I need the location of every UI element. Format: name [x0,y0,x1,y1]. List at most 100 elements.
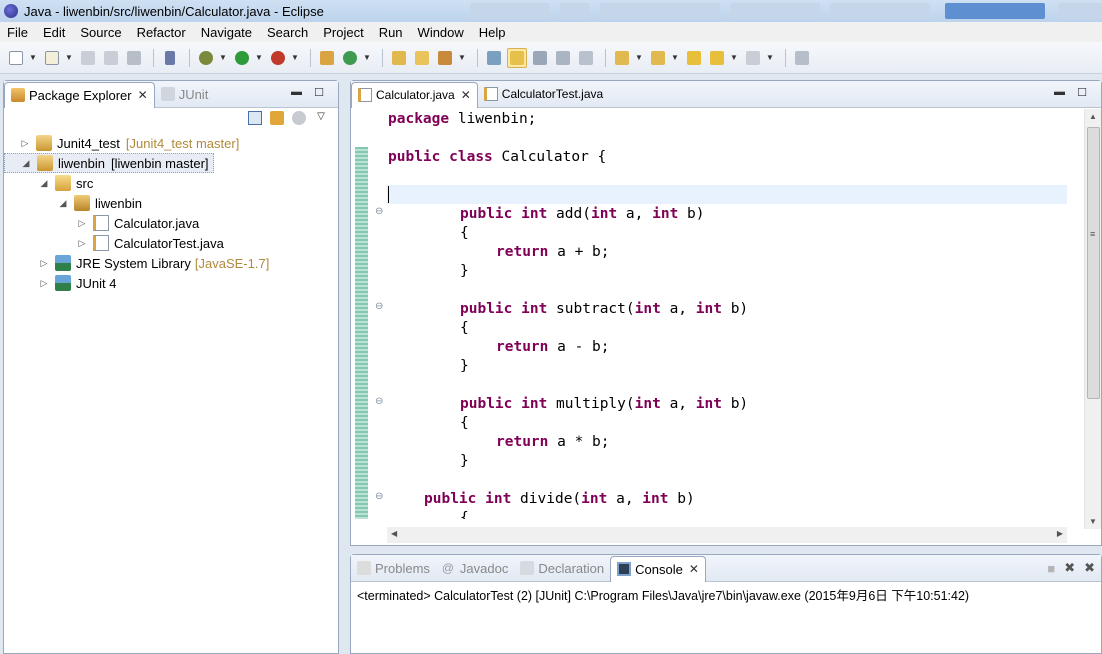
tree-item-label: JRE System Library [76,255,191,271]
chevron-down-icon[interactable]: ▼ [29,53,37,62]
chevron-down-icon[interactable]: ▼ [291,53,299,62]
new-icon[interactable] [6,48,26,68]
scroll-left-icon[interactable]: ◀ [391,529,397,538]
close-icon[interactable]: ✕ [461,88,471,102]
chevron-down-icon[interactable]: ▼ [766,53,774,62]
chevron-right-icon[interactable]: ▷ [20,138,30,149]
open-type-icon[interactable] [389,48,409,68]
blurred-taskbar-item [830,3,930,19]
tree-item-liwenbin-project[interactable]: ◢ liwenbin [liwenbin master] [4,153,214,173]
new-wizard-icon[interactable] [42,48,62,68]
tree-item-jre-system-library[interactable]: ▷ JRE System Library [JavaSE-1.7] [4,253,338,273]
tab-calculatortest-java[interactable]: CalculatorTest.java [478,82,609,107]
toggle-mark-icon[interactable] [484,48,504,68]
chevron-right-icon[interactable]: ▷ [77,218,87,229]
maximize-icon[interactable]: ☐ [1077,86,1087,99]
new-class-icon[interactable] [340,48,360,68]
maximize-icon[interactable]: ☐ [314,86,324,99]
chevron-down-icon[interactable]: ▼ [255,53,263,62]
chevron-down-icon[interactable]: ◢ [21,158,31,169]
chevron-right-icon[interactable]: ▷ [77,238,87,249]
last-edit-icon[interactable] [684,48,704,68]
focus-on-workspace-icon[interactable] [292,111,306,125]
scroll-right-icon[interactable]: ▶ [1057,529,1063,538]
chevron-down-icon[interactable]: ▼ [363,53,371,62]
remove-all-terminated-icon[interactable]: ✖ [1084,560,1095,576]
external-tools-icon[interactable] [268,48,288,68]
open-folder-icon[interactable] [412,48,432,68]
menu-window[interactable]: Window [411,25,472,40]
mark-occurrences-icon[interactable] [507,47,527,68]
minimize-icon[interactable]: ▬ [291,86,302,98]
link-with-editor-icon[interactable] [270,111,284,125]
pin-editor-icon[interactable] [792,48,812,68]
scrollbar-thumb[interactable] [1087,127,1100,399]
tree-item-calculator-java[interactable]: ▷ Calculator.java [4,213,338,233]
chevron-down-icon[interactable]: ◢ [39,178,49,189]
chevron-right-icon[interactable]: ▷ [39,258,49,269]
fold-collapse-icon[interactable]: ⊖ [375,396,383,407]
window-title: Java - liwenbin/src/liwenbin/Calculator.… [24,3,324,19]
save-all-icon[interactable] [101,48,121,68]
minimize-icon[interactable]: ▬ [1054,86,1065,98]
menu-help[interactable]: Help [472,25,514,40]
next-annotation-icon[interactable] [612,48,632,68]
menu-source[interactable]: Source [73,25,129,40]
tree-item-calculatortest-java[interactable]: ▷ CalculatorTest.java [4,233,338,253]
tree-item-src[interactable]: ◢ src [4,173,338,193]
block-selection-icon[interactable] [530,48,550,68]
fold-collapse-icon[interactable]: ⊖ [375,206,383,217]
print-icon[interactable] [124,48,144,68]
back-icon[interactable] [707,48,727,68]
skip-breakpoints-icon[interactable] [160,48,180,68]
tab-declaration[interactable]: Declaration [514,556,610,581]
run-icon[interactable] [232,48,252,68]
tab-package-explorer[interactable]: Package Explorer ✕ [4,81,155,108]
collapse-all-icon[interactable] [248,111,262,125]
remove-launch-icon[interactable]: ✖ [1064,560,1075,576]
tab-console[interactable]: Console ✕ [610,555,706,582]
menu-run[interactable]: Run [372,25,411,40]
menu-navigate[interactable]: Navigate [194,25,260,40]
search-icon[interactable] [435,48,455,68]
show-whitespace-icon[interactable] [553,48,573,68]
menu-refactor[interactable]: Refactor [130,25,194,40]
chevron-down-icon[interactable]: ▼ [458,53,466,62]
chevron-right-icon[interactable]: ▷ [39,278,49,289]
editor-vertical-scrollbar[interactable]: ▲ ≡ ▼ [1084,109,1101,529]
chevron-down-icon[interactable]: ▼ [635,53,643,62]
tab-problems[interactable]: Problems [351,556,436,581]
tree-item-junit4-test[interactable]: ▷ Junit4_test [Junit4_test master] [4,133,338,153]
save-icon[interactable] [78,48,98,68]
chevron-down-icon[interactable]: ▼ [219,53,227,62]
tab-calculator-java[interactable]: Calculator.java ✕ [351,81,478,108]
editor-horizontal-scrollbar[interactable]: ◀ ▶ [387,527,1067,543]
paragraph-icon[interactable] [576,48,596,68]
forward-icon[interactable] [743,48,763,68]
close-icon[interactable]: ✕ [138,88,148,102]
close-icon[interactable]: ✕ [689,562,699,576]
new-java-project-icon[interactable] [317,48,337,68]
menu-file[interactable]: File [0,25,36,40]
scroll-down-icon[interactable]: ▼ [1089,517,1097,526]
tab-junit[interactable]: JUnit [155,82,215,107]
chevron-down-icon[interactable]: ◢ [58,198,68,209]
previous-annotation-icon[interactable] [648,48,668,68]
chevron-down-icon[interactable]: ▼ [671,53,679,62]
tree-item-package-liwenbin[interactable]: ◢ liwenbin [4,193,338,213]
menu-project[interactable]: Project [316,25,371,40]
fold-collapse-icon[interactable]: ⊖ [375,491,383,502]
fold-collapse-icon[interactable]: ⊖ [375,301,383,312]
debug-icon[interactable] [196,48,216,68]
view-menu-icon[interactable]: ▽ [314,111,328,125]
menu-edit[interactable]: Edit [36,25,73,40]
scroll-up-icon[interactable]: ▲ [1089,112,1097,121]
tab-javadoc[interactable]: @ Javadoc [436,556,514,581]
menu-search[interactable]: Search [260,25,316,40]
tree-item-junit4-library[interactable]: ▷ JUnit 4 [4,273,338,293]
chevron-down-icon[interactable]: ▼ [730,53,738,62]
chevron-down-icon[interactable]: ▼ [65,53,73,62]
terminate-icon[interactable]: ■ [1047,561,1055,576]
code-line: } [460,452,469,471]
code-area[interactable]: ⊖ ⊖ ⊖ ⊖ package liwenbin; public class C… [351,109,1068,519]
